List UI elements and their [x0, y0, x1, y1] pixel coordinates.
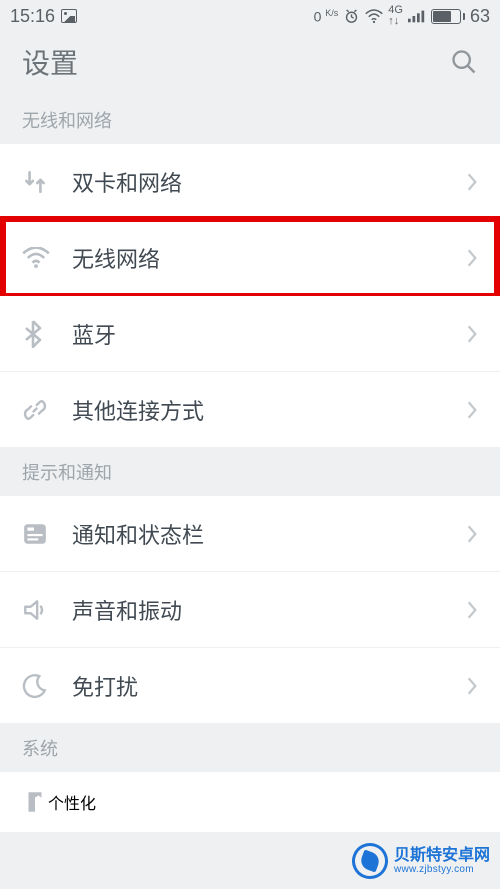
status-left: 15:16 [10, 6, 77, 27]
row-label: 通知和状态栏 [58, 518, 466, 550]
network-type: 4G↑↓ [388, 5, 403, 27]
row-sound[interactable]: 声音和振动 [0, 572, 500, 648]
section-system-title: 系统 [0, 724, 500, 772]
row-label: 无线网络 [58, 242, 466, 274]
chevron-right-icon [466, 600, 478, 620]
row-label: 声音和振动 [58, 594, 466, 626]
wifi-icon [365, 9, 383, 23]
sound-icon [22, 597, 48, 623]
link-icon [22, 397, 48, 423]
row-wifi[interactable]: 无线网络 [0, 220, 500, 296]
row-notifications[interactable]: 通知和状态栏 [0, 496, 500, 572]
row-other-connections[interactable]: 其他连接方式 [0, 372, 500, 448]
chevron-right-icon [466, 400, 478, 420]
screenshot-icon [61, 9, 77, 23]
net-speed: 0 K/s [314, 9, 339, 24]
row-label: 免打扰 [58, 670, 466, 702]
alarm-icon [343, 8, 360, 25]
status-time: 15:16 [10, 6, 55, 27]
bluetooth-icon [22, 320, 44, 348]
row-personalization[interactable]: 个性化 [0, 772, 500, 832]
battery-icon [431, 9, 465, 24]
wifi-icon [22, 247, 50, 269]
chevron-right-icon [466, 524, 478, 544]
signal-icon [408, 9, 426, 23]
row-dual-sim[interactable]: 双卡和网络 [0, 144, 500, 220]
section-wireless-title: 无线和网络 [0, 96, 500, 144]
row-dnd[interactable]: 免打扰 [0, 648, 500, 724]
watermark-main: 贝斯特安卓网 [394, 847, 490, 865]
section-notify-title: 提示和通知 [0, 448, 500, 496]
search-icon[interactable] [450, 48, 478, 76]
watermark: 贝斯特安卓网 www.zjbstyy.com [352, 843, 490, 879]
chevron-right-icon [466, 172, 478, 192]
chevron-right-icon [466, 248, 478, 268]
theme-icon [22, 789, 48, 815]
page-title: 设置 [22, 42, 78, 82]
row-label: 蓝牙 [58, 318, 466, 350]
sim-icon [22, 169, 48, 195]
panel-icon [22, 521, 48, 547]
watermark-icon [347, 838, 393, 884]
battery-level: 63 [470, 6, 490, 27]
status-right: 0 K/s 4G↑↓ 63 [314, 5, 490, 27]
chevron-right-icon [466, 676, 478, 696]
watermark-sub: www.zjbstyy.com [394, 864, 490, 875]
chevron-right-icon [466, 324, 478, 344]
moon-icon [22, 673, 48, 699]
row-label: 个性化 [48, 790, 96, 814]
row-label: 双卡和网络 [58, 166, 466, 198]
row-bluetooth[interactable]: 蓝牙 [0, 296, 500, 372]
status-bar: 15:16 0 K/s 4G↑↓ 63 [0, 0, 500, 32]
header: 设置 [0, 32, 500, 96]
row-label: 其他连接方式 [58, 394, 466, 426]
